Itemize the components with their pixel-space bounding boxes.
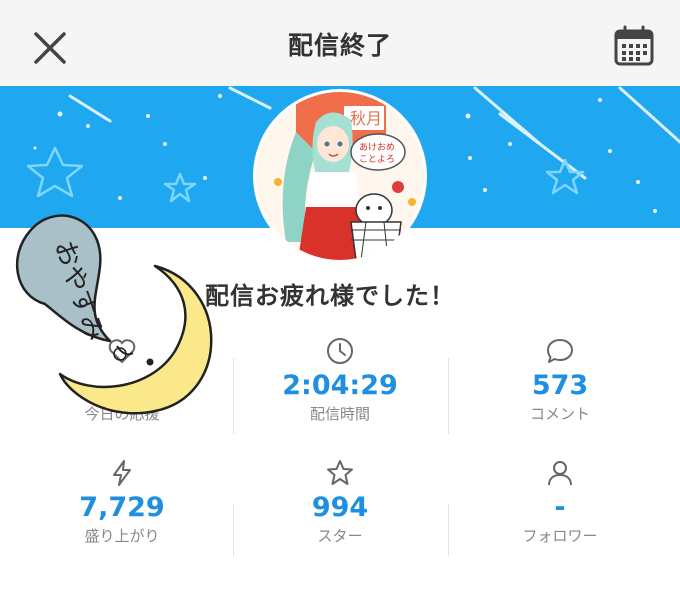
- star-icon: [327, 460, 353, 485]
- clock-icon: [327, 338, 353, 364]
- stat-comments: 573 コメント: [460, 336, 660, 424]
- stat-comments-label: コメント: [529, 405, 590, 423]
- moon-sticker-illustration: おやすみ: [15, 214, 213, 415]
- avatar-bubble-line2: ことよろ: [359, 154, 395, 165]
- stat-duration-value: 2:04:29: [282, 370, 398, 401]
- calendar-icon: [614, 25, 654, 66]
- streamer-avatar: 秋月 あけおめ ことよろ: [256, 92, 424, 260]
- avatar-sign-text: 秋月: [350, 109, 382, 128]
- stat-stars: 994 スター: [240, 458, 440, 546]
- stat-duration: 2:04:29 配信時間: [240, 336, 440, 424]
- calendar-button[interactable]: [612, 24, 656, 68]
- stat-followers-label: フォロワー: [522, 527, 598, 545]
- goodnight-sticker: おやすみ: [0, 196, 240, 436]
- lightning-icon: [113, 460, 131, 486]
- avatar-illustration: 秋月 あけおめ ことよろ: [256, 92, 424, 260]
- avatar-bubble-line1: あけおめ: [359, 142, 395, 153]
- person-icon: [548, 461, 572, 486]
- stat-excitement-label: 盛り上がり: [84, 527, 160, 545]
- stat-excitement-value: 7,729: [79, 492, 165, 523]
- page-title: 配信終了: [287, 31, 392, 60]
- divider: [448, 358, 449, 434]
- stat-stars-label: スター: [317, 527, 363, 545]
- stat-excitement: 7,729 盛り上がり: [22, 458, 222, 546]
- comment-icon: [547, 339, 573, 363]
- stat-duration-label: 配信時間: [309, 405, 370, 423]
- divider: [233, 504, 234, 556]
- stream-end-message: 配信お疲れ様でした！: [205, 282, 455, 310]
- divider: [448, 504, 449, 556]
- stat-stars-value: 994: [311, 492, 369, 523]
- stat-followers-value: -: [554, 492, 566, 523]
- stat-comments-value: 573: [531, 370, 589, 401]
- stat-followers: - フォロワー: [460, 458, 660, 546]
- app-header: 配信終了: [0, 0, 680, 86]
